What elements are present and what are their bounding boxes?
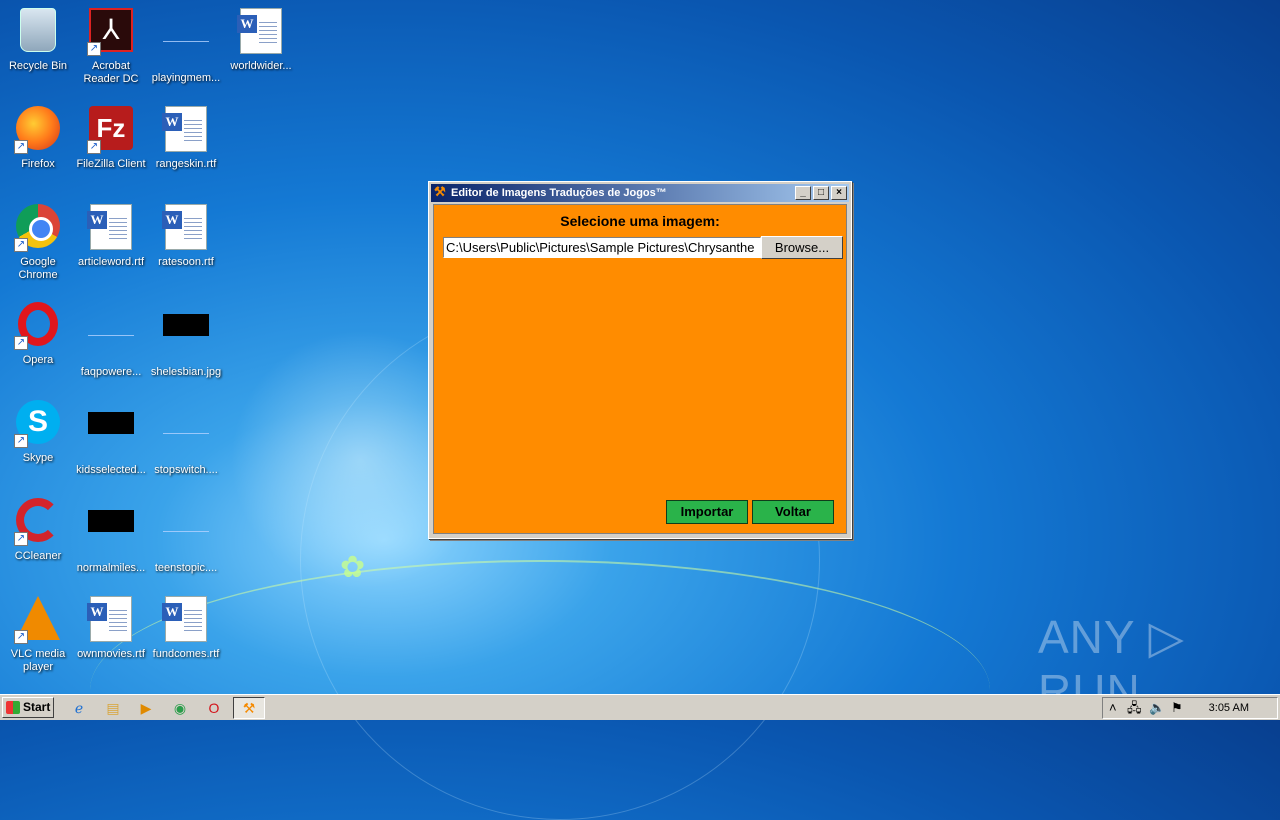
file-thumbnail-icon xyxy=(163,510,209,532)
volume-icon[interactable]: 🔈 xyxy=(1149,698,1165,718)
wallpaper-swoosh xyxy=(90,560,990,820)
system-tray: ˄ 🖧 🔈 ⚑ 3:05 AM xyxy=(1102,697,1278,719)
image-thumbnail-icon xyxy=(88,412,134,434)
network-icon[interactable]: 🖧 xyxy=(1127,698,1142,718)
action-center-flag-icon[interactable]: ⚑ xyxy=(1171,698,1183,718)
clock[interactable]: 3:05 AM xyxy=(1209,698,1249,718)
desktop-icon-normalmiles[interactable]: normalmiles... xyxy=(73,496,149,592)
start-label: Start xyxy=(23,700,51,714)
word-document-icon: W xyxy=(162,106,207,152)
wallpaper-flower: ✿ xyxy=(340,551,366,584)
app-hammer-icon: ⚒ xyxy=(434,184,446,199)
back-button[interactable]: Voltar xyxy=(752,500,834,524)
word-document-icon: W xyxy=(237,8,282,54)
window-titlebar[interactable]: ⚒ Editor de Imagens Traduções de Jogos™ … xyxy=(431,184,849,202)
word-document-icon: W xyxy=(87,204,132,250)
image-thumbnail-icon xyxy=(163,314,209,336)
import-button[interactable]: Importar xyxy=(666,500,748,524)
word-document-icon: W xyxy=(87,596,132,642)
minimize-button[interactable]: _ xyxy=(795,186,811,200)
desktop-icon-fundcomes[interactable]: W fundcomes.rtf xyxy=(148,594,224,690)
window-title: Editor de Imagens Traduções de Jogos™ xyxy=(451,187,667,199)
image-editor-window: ⚒ Editor de Imagens Traduções de Jogos™ … xyxy=(428,181,852,539)
opera-quicklaunch-icon[interactable]: O xyxy=(203,698,225,718)
word-document-icon: W xyxy=(162,596,207,642)
maximize-button[interactable]: □ xyxy=(813,186,829,200)
desktop-icon-recycle-bin[interactable]: Recycle Bin xyxy=(0,6,76,102)
taskbar: Start ℯ ▤ ▶ ◉ O ⚒ ˄ 🖧 🔈 ⚑ 3:05 AM xyxy=(0,694,1280,720)
desktop-icon-chrome[interactable]: ↗ Google Chrome xyxy=(0,202,76,298)
desktop-icon-shelesbian[interactable]: shelesbian.jpg xyxy=(148,300,224,396)
desktop-icon-articleword[interactable]: W articleword.rtf xyxy=(73,202,149,298)
start-button[interactable]: Start xyxy=(2,697,54,718)
desktop-icon-playingmem[interactable]: playingmem... xyxy=(148,6,224,102)
desktop-icon-ratesoon[interactable]: W ratesoon.rtf xyxy=(148,202,224,298)
tray-expand-icon[interactable]: ˄ xyxy=(1109,698,1117,718)
desktop-icon-acrobat[interactable]: ⅄ ↗ Acrobat Reader DC xyxy=(73,6,149,102)
select-image-label: Selecione uma imagem: xyxy=(560,213,720,229)
file-thumbnail-icon xyxy=(163,20,209,42)
windows-logo-icon xyxy=(6,701,20,714)
image-thumbnail-icon xyxy=(88,510,134,532)
media-player-quicklaunch-icon[interactable]: ▶ xyxy=(135,698,157,718)
word-document-icon: W xyxy=(162,204,207,250)
desktop-icon-skype[interactable]: S ↗ Skype xyxy=(0,398,76,494)
desktop-icon-firefox[interactable]: ↗ Firefox xyxy=(0,104,76,200)
image-path-field[interactable]: C:\Users\Public\Pictures\Sample Pictures… xyxy=(443,237,761,258)
desktop-icon-worldwider[interactable]: W worldwider... xyxy=(223,6,299,102)
desktop-icon-rangeskin[interactable]: W rangeskin.rtf xyxy=(148,104,224,200)
close-button[interactable]: × xyxy=(831,186,847,200)
desktop-icon-opera[interactable]: ↗ Opera xyxy=(0,300,76,396)
recycle-bin-icon xyxy=(20,8,56,52)
desktop-icon-vlc[interactable]: ↗ VLC media player xyxy=(0,594,76,690)
browse-button[interactable]: Browse... xyxy=(761,236,843,259)
ie-quicklaunch-icon[interactable]: ℯ xyxy=(68,698,90,718)
desktop-icon-faqpowere[interactable]: faqpowere... xyxy=(73,300,149,396)
desktop-icon-ccleaner[interactable]: ↗ CCleaner xyxy=(0,496,76,592)
window-client-area: Selecione uma imagem: C:\Users\Public\Pi… xyxy=(433,204,847,534)
file-thumbnail-icon xyxy=(88,314,134,336)
desktop-icon-teenstopic[interactable]: teenstopic.... xyxy=(148,496,224,592)
chrome-quicklaunch-icon[interactable]: ◉ xyxy=(169,698,191,718)
desktop-icon-kidsselected[interactable]: kidsselected... xyxy=(73,398,149,494)
explorer-quicklaunch-icon[interactable]: ▤ xyxy=(102,698,124,718)
file-thumbnail-icon xyxy=(163,412,209,434)
desktop-icon-ownmovies[interactable]: W ownmovies.rtf xyxy=(73,594,149,690)
desktop-icon-stopswitch[interactable]: stopswitch.... xyxy=(148,398,224,494)
taskbar-editor-app-icon[interactable]: ⚒ xyxy=(233,697,265,719)
desktop-icon-filezilla[interactable]: Fz ↗ FileZilla Client xyxy=(73,104,149,200)
